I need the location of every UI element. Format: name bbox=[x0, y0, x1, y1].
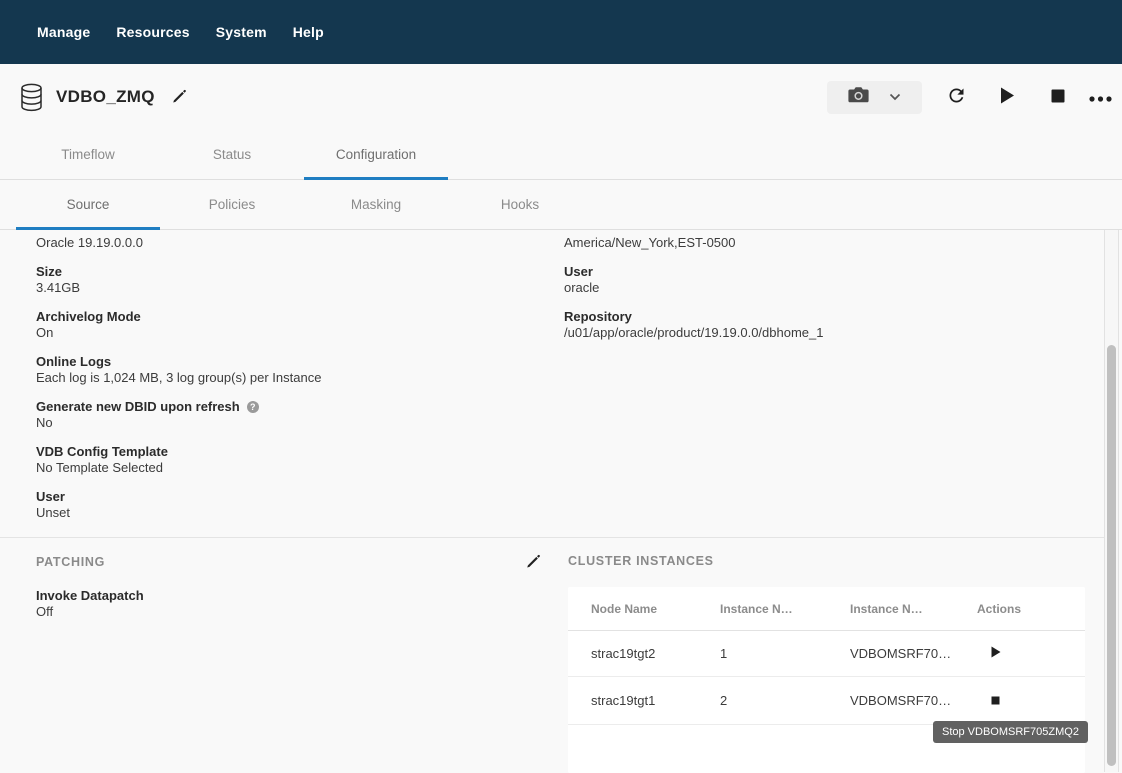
edit-patching-button[interactable] bbox=[524, 552, 541, 572]
top-navbar: Manage Resources System Help bbox=[0, 0, 1122, 64]
cluster-instances-title: CLUSTER INSTANCES bbox=[568, 554, 714, 568]
field-value: No bbox=[36, 415, 526, 431]
subtab-source[interactable]: Source bbox=[16, 180, 160, 229]
field-label: Size bbox=[36, 264, 526, 280]
tab-timeflow[interactable]: Timeflow bbox=[16, 130, 160, 179]
pencil-icon bbox=[170, 87, 187, 107]
field-label: Archivelog Mode bbox=[36, 309, 526, 325]
field-vdb-config-template: VDB Config Template No Template Selected bbox=[36, 444, 526, 476]
field-label: Generate new DBID upon refresh bbox=[36, 399, 526, 415]
field-value: Each log is 1,024 MB, 3 log group(s) per… bbox=[36, 370, 526, 386]
subtab-policies[interactable]: Policies bbox=[160, 180, 304, 229]
column-header-actions: Actions bbox=[977, 602, 1085, 616]
field-label-text: Generate new DBID upon refresh bbox=[36, 399, 240, 415]
field-value: 3.41GB bbox=[36, 280, 526, 296]
stop-instance-tooltip: Stop VDBOMSRF705ZMQ2 bbox=[933, 721, 1088, 743]
cell-node-name: strac19tgt1 bbox=[591, 693, 720, 708]
field-value: America/New_York,EST-0500 bbox=[564, 235, 1074, 251]
field-label: User bbox=[36, 489, 526, 505]
cell-actions bbox=[977, 646, 1085, 661]
field-label: Online Logs bbox=[36, 354, 526, 370]
page-header: VDBO_ZMQ bbox=[0, 64, 1122, 130]
patching-section: PATCHING Invoke Datapatch Off bbox=[36, 552, 541, 633]
play-icon bbox=[1000, 87, 1015, 107]
page-title: VDBO_ZMQ bbox=[56, 87, 155, 107]
table-header-row: Node Name Instance N… Instance N… Action… bbox=[568, 587, 1085, 631]
tab-status[interactable]: Status bbox=[160, 130, 304, 179]
source-right-column: America/New_York,EST-0500 User oracle Re… bbox=[564, 235, 1074, 354]
stop-vdb-button[interactable] bbox=[1051, 89, 1065, 106]
start-vdb-button[interactable] bbox=[1000, 87, 1015, 107]
table-row: strac19tgt1 2 VDBOMSRF70… bbox=[568, 677, 1085, 725]
field-online-logs: Online Logs Each log is 1,024 MB, 3 log … bbox=[36, 354, 526, 386]
ellipsis-icon bbox=[1089, 90, 1112, 105]
column-header-node-name: Node Name bbox=[591, 602, 720, 616]
field-archivelog-mode: Archivelog Mode On bbox=[36, 309, 526, 341]
field-user-left: User Unset bbox=[36, 489, 526, 521]
field-size: Size 3.41GB bbox=[36, 264, 526, 296]
table-row: strac19tgt2 1 VDBOMSRF70… bbox=[568, 631, 1085, 677]
database-icon bbox=[20, 83, 43, 112]
chevron-down-icon[interactable] bbox=[889, 88, 901, 106]
cell-instance-name: VDBOMSRF70… bbox=[850, 693, 977, 708]
stop-instance-button[interactable] bbox=[991, 693, 1000, 708]
header-actions bbox=[827, 64, 1112, 130]
field-value: On bbox=[36, 325, 526, 341]
snapshot-split-button[interactable] bbox=[827, 81, 922, 114]
play-icon bbox=[991, 646, 1001, 661]
refresh-icon bbox=[946, 85, 967, 109]
pencil-icon bbox=[524, 552, 541, 572]
nav-item-system[interactable]: System bbox=[216, 24, 267, 40]
field-value: Off bbox=[36, 604, 541, 620]
cell-instance-name: VDBOMSRF70… bbox=[850, 646, 977, 661]
rename-vdb-button[interactable] bbox=[170, 87, 187, 107]
field-repository: Repository /u01/app/oracle/product/19.19… bbox=[564, 309, 1074, 341]
field-label: Repository bbox=[564, 309, 1074, 325]
patching-title: PATCHING bbox=[36, 555, 105, 569]
field-label: User bbox=[564, 264, 1074, 280]
vertical-scrollbar-thumb[interactable] bbox=[1107, 345, 1116, 766]
field-database-version: Oracle 19.19.0.0.0 bbox=[36, 235, 526, 251]
tab-configuration[interactable]: Configuration bbox=[304, 130, 448, 179]
stop-icon bbox=[1051, 89, 1065, 106]
nav-item-manage[interactable]: Manage bbox=[37, 24, 90, 40]
subtab-masking[interactable]: Masking bbox=[304, 180, 448, 229]
cell-instance-number: 2 bbox=[720, 693, 850, 708]
nav-item-help[interactable]: Help bbox=[293, 24, 324, 40]
field-generate-dbid: Generate new DBID upon refresh No bbox=[36, 399, 526, 431]
camera-icon[interactable] bbox=[848, 86, 869, 109]
source-left-column: Oracle 19.19.0.0.0 Size 3.41GB Archivelo… bbox=[36, 235, 526, 534]
field-timezone: America/New_York,EST-0500 bbox=[564, 235, 1074, 251]
field-invoke-datapatch: Invoke Datapatch Off bbox=[36, 588, 541, 620]
field-label: VDB Config Template bbox=[36, 444, 526, 460]
field-label: Invoke Datapatch bbox=[36, 588, 541, 604]
primary-tabs: Timeflow Status Configuration bbox=[0, 130, 1122, 180]
vertical-scrollbar-track[interactable] bbox=[1104, 230, 1119, 772]
column-header-instance-name: Instance N… bbox=[850, 602, 977, 616]
field-value: No Template Selected bbox=[36, 460, 526, 476]
subtab-hooks[interactable]: Hooks bbox=[448, 180, 592, 229]
cell-node-name: strac19tgt2 bbox=[591, 646, 720, 661]
field-value: oracle bbox=[564, 280, 1074, 296]
cluster-instances-table: Node Name Instance N… Instance N… Action… bbox=[568, 587, 1085, 773]
nav-item-resources[interactable]: Resources bbox=[116, 24, 189, 40]
patching-header: PATCHING bbox=[36, 552, 541, 572]
start-instance-button[interactable] bbox=[991, 646, 1001, 661]
field-value: Oracle 19.19.0.0.0 bbox=[36, 235, 526, 251]
app-root: Manage Resources System Help VDBO_ZMQ bbox=[0, 0, 1122, 230]
field-value: /u01/app/oracle/product/19.19.0.0/dbhome… bbox=[564, 325, 1074, 341]
field-value: Unset bbox=[36, 505, 526, 521]
cell-instance-number: 1 bbox=[720, 646, 850, 661]
section-divider bbox=[0, 537, 1104, 538]
stop-icon bbox=[991, 693, 1000, 708]
more-actions-button[interactable] bbox=[1089, 90, 1112, 105]
configuration-subtabs: Source Policies Masking Hooks bbox=[0, 180, 1122, 230]
source-panel: Oracle 19.19.0.0.0 Size 3.41GB Archivelo… bbox=[0, 230, 1122, 772]
column-header-instance-number: Instance N… bbox=[720, 602, 850, 616]
field-user-right: User oracle bbox=[564, 264, 1074, 296]
refresh-vdb-button[interactable] bbox=[946, 85, 967, 109]
cell-actions bbox=[977, 693, 1085, 708]
help-icon[interactable] bbox=[247, 401, 259, 413]
